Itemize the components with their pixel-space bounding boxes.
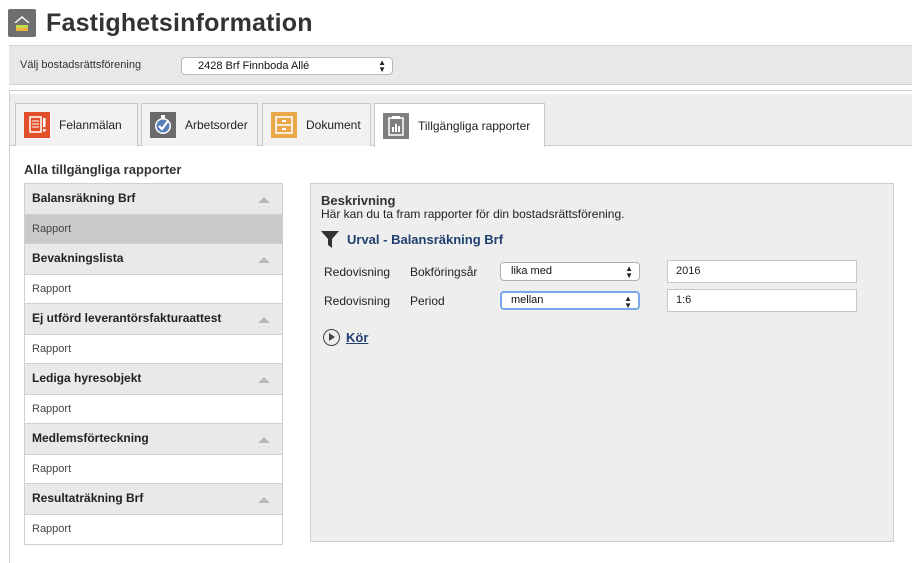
report-header-resultatrakning[interactable]: Resultaträkning Brf <box>25 484 282 515</box>
run-report-label: Kör <box>346 330 369 345</box>
field-label-period: Period <box>410 294 445 308</box>
report-header-label: Resultaträkning Brf <box>32 491 144 505</box>
house-roof-icon <box>8 9 36 37</box>
report-header-bevakningslista[interactable]: Bevakningslista <box>25 244 282 275</box>
work-order-check-icon <box>150 112 176 138</box>
value-input[interactable]: 1:6 <box>667 289 857 312</box>
tab-label: Felanmälan <box>59 118 122 132</box>
report-list: Balansräkning Brf Rapport Bevakningslist… <box>24 183 283 545</box>
association-label: Välj bostadsrättsförening <box>20 59 142 71</box>
tab-label: Dokument <box>306 118 361 132</box>
operator-select[interactable]: lika med ▲ ▼ <box>500 262 640 281</box>
document-icon <box>271 112 297 138</box>
report-group: Medlemsförteckning Rapport <box>25 424 282 484</box>
report-header-balansrakning[interactable]: Balansräkning Brf <box>25 184 282 215</box>
report-item[interactable]: Rapport <box>25 275 282 304</box>
field-label-redovisning: Redovisning <box>324 294 391 308</box>
report-chart-icon <box>383 112 409 139</box>
description-title: Beskrivning <box>321 193 396 208</box>
report-item[interactable]: Rapport <box>25 215 282 244</box>
association-bar: Välj bostadsrättsförening 2428 Brf Finnb… <box>9 45 912 85</box>
app-header: Fastighetsinformation <box>8 6 313 40</box>
filter-row-period: Redovisning Period mellan ▲ ▼ 1:6 <box>324 289 884 313</box>
reports-section-title: Alla tillgängliga rapporter <box>24 162 182 177</box>
report-header-lediga-hyresobjekt[interactable]: Lediga hyresobjekt <box>25 364 282 395</box>
value-input[interactable]: 2016 <box>667 260 857 283</box>
association-select-value: 2428 Brf Finnboda Allé <box>198 60 310 72</box>
operator-select-value: lika med <box>511 265 552 277</box>
tab-felanmalan[interactable]: Felanmälan <box>15 103 138 146</box>
field-label-redovisning: Redovisning <box>324 265 391 279</box>
tab-tillgangliga-rapporter[interactable]: Tillgängliga rapporter <box>374 103 545 147</box>
operator-select-value: mellan <box>511 294 544 306</box>
report-header-leverantorsfakturaattest[interactable]: Ej utförd leverantörsfakturaattest <box>25 304 282 335</box>
report-header-label: Bevakningslista <box>32 251 124 265</box>
tab-dokument[interactable]: Dokument <box>262 103 371 146</box>
report-item[interactable]: Rapport <box>25 335 282 364</box>
page-title: Fastighetsinformation <box>46 8 313 37</box>
collapse-caret-icon <box>258 437 270 443</box>
filter-row-bokforingsar: Redovisning Bokföringsår lika med ▲ ▼ 201… <box>324 260 884 284</box>
tab-label: Tillgängliga rapporter <box>418 118 531 133</box>
run-report-button[interactable]: Kör <box>323 329 368 346</box>
funnel-icon <box>321 231 339 248</box>
collapse-caret-icon <box>258 257 270 263</box>
filter-title: Urval - Balansräkning Brf <box>347 232 504 247</box>
report-group: Balansräkning Brf Rapport <box>25 184 282 244</box>
select-arrows-icon: ▲ ▼ <box>624 294 632 310</box>
select-arrows-icon: ▲ ▼ <box>625 264 633 280</box>
report-item[interactable]: Rapport <box>25 395 282 424</box>
play-circle-icon <box>323 329 340 346</box>
collapse-caret-icon <box>258 497 270 503</box>
filter-heading: Urval - Balansräkning Brf <box>321 231 503 248</box>
report-details-panel: Beskrivning Här kan du ta fram rapporter… <box>310 183 894 542</box>
association-select[interactable]: 2428 Brf Finnboda Allé ▲ ▼ <box>181 57 393 75</box>
operator-select[interactable]: mellan ▲ ▼ <box>500 291 640 310</box>
report-item[interactable]: Rapport <box>25 455 282 484</box>
report-group: Ej utförd leverantörsfakturaattest Rappo… <box>25 304 282 364</box>
field-label-bokforingsar: Bokföringsår <box>410 265 478 279</box>
tab-strip: Felanmälan Arbetsorder Dokument Tillgäng… <box>10 94 912 147</box>
report-header-label: Medlemsförteckning <box>32 431 149 445</box>
collapse-caret-icon <box>258 377 270 383</box>
report-header-label: Ej utförd leverantörsfakturaattest <box>32 311 222 325</box>
report-header-medlemsforteckning[interactable]: Medlemsförteckning <box>25 424 282 455</box>
collapse-caret-icon <box>258 317 270 323</box>
report-group: Resultaträkning Brf Rapport <box>25 484 282 544</box>
select-arrows-icon: ▲ ▼ <box>378 58 386 74</box>
report-item[interactable]: Rapport <box>25 515 282 544</box>
tab-label: Arbetsorder <box>185 118 248 132</box>
description-text: Här kan du ta fram rapporter för din bos… <box>321 207 625 221</box>
report-header-label: Balansräkning Brf <box>32 191 136 205</box>
report-header-label: Lediga hyresobjekt <box>32 371 142 385</box>
fault-report-icon <box>24 112 50 138</box>
tab-arbetsorder[interactable]: Arbetsorder <box>141 103 258 146</box>
report-group: Bevakningslista Rapport <box>25 244 282 304</box>
collapse-caret-icon <box>258 197 270 203</box>
report-group: Lediga hyresobjekt Rapport <box>25 364 282 424</box>
